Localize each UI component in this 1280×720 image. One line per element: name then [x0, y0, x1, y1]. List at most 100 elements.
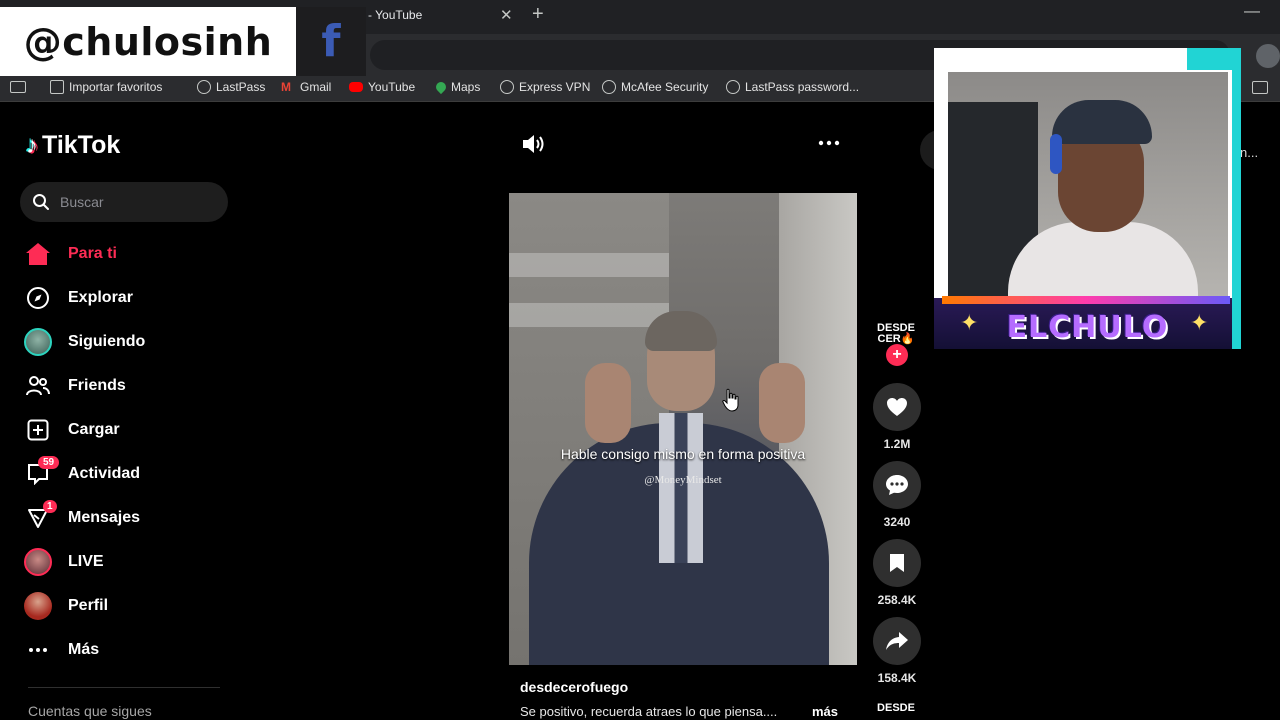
messages-icon: 1: [24, 500, 57, 532]
bookmark-mcafee[interactable]: McAfee Security: [602, 80, 708, 94]
following-avatar: [24, 328, 52, 356]
save-button[interactable]: [873, 539, 921, 587]
nav-item-siguiendo[interactable]: Siguiendo: [24, 322, 145, 362]
maps-icon: [433, 79, 449, 95]
folder-icon[interactable]: [1252, 81, 1268, 94]
bookmark-label: Importar favoritos: [69, 80, 163, 94]
tiktok-logo[interactable]: ♪ TikTok: [26, 131, 120, 160]
follow-button[interactable]: +: [886, 344, 908, 366]
webcam-frame-accent: [1232, 48, 1241, 349]
bookmark-maps[interactable]: Maps: [433, 79, 480, 95]
activity-badge: 59: [38, 456, 60, 469]
nav-item-mas[interactable]: Más: [24, 630, 99, 670]
bookmark-lastpass-password[interactable]: LastPass password...: [726, 80, 859, 94]
sound-icon[interactable]: [520, 132, 546, 156]
bookmark-expressvpn[interactable]: Express VPN: [500, 80, 590, 94]
share-icon: [886, 632, 908, 650]
nav-item-cargar[interactable]: Cargar: [24, 410, 120, 450]
bookmark-label: Express VPN: [519, 80, 591, 94]
tab-title[interactable]: - YouTube: [368, 8, 422, 22]
nav-label: Más: [68, 641, 100, 658]
video-frame-hand: [759, 363, 805, 443]
comment-count: 3240: [883, 515, 911, 529]
webcam-title: ELCHULO: [1006, 310, 1169, 345]
nav-label: Perfil: [68, 597, 109, 614]
video-frame-stripe: [509, 253, 669, 277]
bookmark-import[interactable]: Importar favoritos: [50, 80, 162, 94]
bookmark-label: Gmail: [300, 80, 332, 94]
sidebar-divider: [28, 687, 220, 688]
video-player[interactable]: Hable consigo mismo en forma positiva @M…: [509, 193, 857, 665]
new-tab-icon[interactable]: +: [532, 3, 544, 26]
youtube-icon: [349, 82, 363, 92]
nav-label: Para ti: [68, 245, 117, 262]
home-icon: [24, 240, 52, 268]
mouse-cursor-icon: [722, 388, 739, 412]
bookmark-gmail[interactable]: M Gmail: [281, 80, 331, 94]
bookmark-label: McAfee Security: [621, 80, 709, 94]
nav-label: Mensajes: [68, 509, 141, 526]
gmail-icon: M: [281, 80, 291, 94]
facebook-logo: f: [296, 7, 366, 76]
bookmark-youtube[interactable]: YouTube: [349, 80, 415, 94]
tab-search-icon[interactable]: [10, 81, 26, 93]
webcam-frame-accent: [1187, 48, 1237, 70]
video-frame-hair: [645, 311, 717, 351]
globe-icon: [602, 80, 616, 94]
bookmark-icon: [890, 554, 904, 572]
bookmark-label: YouTube: [368, 80, 416, 94]
globe-icon: [726, 80, 740, 94]
compass-icon: [24, 284, 52, 312]
video-frame-shirt: [659, 413, 703, 563]
video-frame-hand: [585, 363, 631, 443]
nav-label: LIVE: [68, 553, 104, 570]
video-description: Se positivo, recuerda atraes lo que pien…: [520, 704, 778, 719]
search-icon: [33, 194, 49, 210]
video-watermark: @MoneyMindset: [644, 474, 722, 486]
heart-icon: [887, 398, 907, 416]
like-count: 1.2M: [883, 437, 911, 451]
headset-icon: [1050, 134, 1062, 174]
messages-badge: 1: [43, 500, 57, 513]
more-options-icon[interactable]: [818, 140, 840, 146]
streamer-handle-banner: @chulosinh: [0, 7, 296, 76]
nav-item-live[interactable]: LIVE: [24, 542, 104, 582]
facebook-icon: f: [321, 16, 341, 67]
nav-item-actividad[interactable]: 59 Actividad: [24, 454, 140, 494]
live-avatar: [24, 548, 52, 576]
tiktok-note-icon: ♪: [26, 131, 38, 159]
browser-profile-avatar[interactable]: [1256, 44, 1280, 68]
nav-item-explorar[interactable]: Explorar: [24, 278, 133, 318]
tab-close-icon[interactable]: ✕: [500, 6, 513, 24]
upload-icon: [24, 416, 52, 444]
nav-item-para-ti[interactable]: Para ti: [24, 234, 117, 274]
description-more-link[interactable]: más: [812, 704, 838, 719]
share-button[interactable]: [873, 617, 921, 665]
video-author[interactable]: desdecerofuego: [520, 679, 628, 695]
sidebar: ♪ TikTok Para ti Explorar Siguiendo Frie…: [0, 103, 240, 720]
globe-icon: [500, 80, 514, 94]
video-caption: Hable consigo mismo en forma positiva: [560, 446, 806, 462]
next-video-creator-avatar[interactable]: DESDE: [874, 702, 918, 714]
nav-item-mensajes[interactable]: 1 Mensajes: [24, 498, 140, 538]
bookmark-label: LastPass password...: [745, 80, 860, 94]
following-section-title: Cuentas que sigues: [28, 703, 152, 719]
nav-label: Actividad: [68, 465, 141, 482]
bookmark-label: LastPass: [216, 80, 266, 94]
nav-label: Explorar: [68, 289, 133, 306]
webcam-overlay: ✦ ✦ ELCHULO: [934, 48, 1241, 349]
logo-text: TikTok: [42, 131, 121, 159]
import-icon: [50, 80, 64, 94]
search-input[interactable]: [60, 194, 210, 210]
search-box: [20, 182, 228, 222]
nav-label: Cargar: [68, 421, 120, 438]
nav-item-perfil[interactable]: Perfil: [24, 586, 108, 626]
bookmark-lastpass[interactable]: LastPass: [197, 80, 265, 94]
minimize-icon[interactable]: —: [1244, 3, 1260, 21]
more-icon: [24, 636, 52, 664]
like-button[interactable]: [873, 383, 921, 431]
nav-item-friends[interactable]: Friends: [24, 366, 126, 406]
friends-icon: [24, 372, 52, 400]
share-count: 158.4K: [877, 671, 917, 685]
comment-button[interactable]: [873, 461, 921, 509]
